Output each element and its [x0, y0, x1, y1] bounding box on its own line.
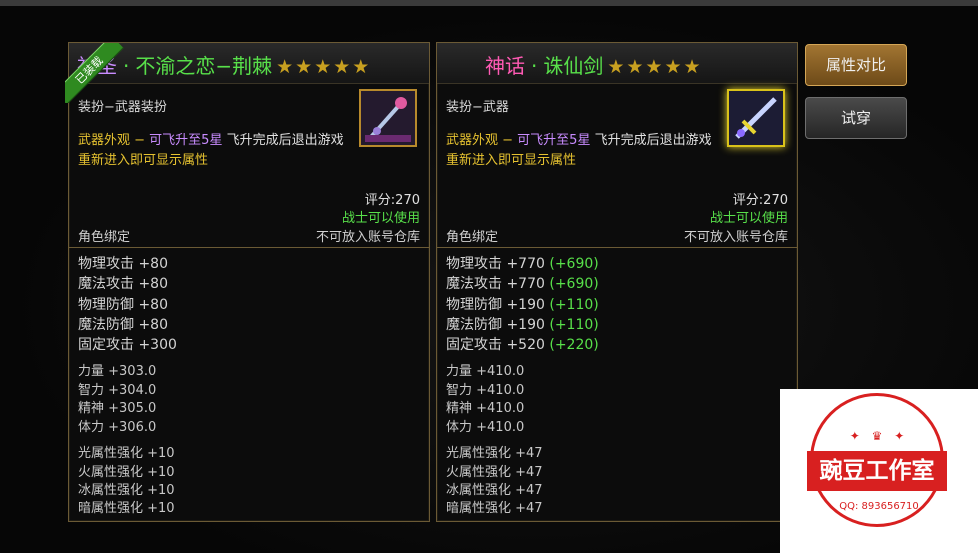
- stat-row: 魔法攻击 +80: [78, 276, 168, 293]
- equipped-ribbon: 已装载: [65, 43, 125, 103]
- stat-row: 物理攻击 +80: [78, 256, 168, 272]
- attribute-row: 精神 +410.0: [446, 401, 525, 417]
- item-description: 武器外观 − 可飞升至5星 飞升完成后退出游戏 重新进入即可显示属性: [446, 131, 712, 171]
- stat-row: 固定攻击 +520 (+220): [446, 337, 599, 354]
- stat-row: 物理防御 +190 (+110): [446, 296, 599, 313]
- item-description: 武器外观 − 可飞升至5星 飞升完成后退出游戏 重新进入即可显示属性: [78, 131, 344, 171]
- attribute-row: 智力 +304.0: [78, 382, 157, 398]
- element-row: 冰属性强化 +10: [78, 482, 175, 498]
- item-header: 神话 · 诛仙剑 ★★★★★: [437, 43, 797, 84]
- class-requirement: 战士可以使用: [709, 211, 788, 226]
- attribute-row: 体力 +306.0: [78, 419, 157, 435]
- stat-list: 物理攻击 +770 (+690) 魔法攻击 +770 (+690) 物理防御 +…: [446, 254, 599, 519]
- element-row: 暗属性强化 +10: [78, 501, 175, 517]
- element-row: 冰属性强化 +47: [446, 482, 543, 498]
- attribute-row: 力量 +303.0: [78, 364, 157, 380]
- compare-item-tooltip: 神话 · 诛仙剑 ★★★★★ 装扮−武器 武器外观 − 可飞升至5星 飞升完成后退出游…: [436, 42, 798, 522]
- element-row: 火属性强化 +10: [78, 464, 175, 480]
- element-row: 光属性强化 +47: [446, 446, 543, 462]
- stat-row: 魔法攻击 +770 (+690): [446, 276, 599, 293]
- description-line-1: 武器外观 − 可飞升至5星 飞升完成后退出游戏: [78, 133, 344, 148]
- item-name: 不渝之恋−荆棘: [135, 54, 273, 78]
- element-row: 光属性强化 +10: [78, 446, 175, 462]
- stat-diff: (+690): [549, 276, 599, 293]
- sword-icon: [727, 89, 785, 147]
- try-on-button[interactable]: 试穿: [805, 97, 907, 139]
- item-type: 装扮−武器: [446, 100, 509, 115]
- class-requirement: 战士可以使用: [341, 211, 420, 226]
- description-line-1: 武器外观 − 可飞升至5星 飞升完成后退出游戏: [446, 133, 712, 148]
- bind-status: 角色绑定: [78, 230, 131, 245]
- storage-restriction: 不可放入账号仓库: [683, 230, 788, 245]
- watermark: ✦ ♛ ✦ 豌豆工作室 QQ: 893656710: [780, 389, 978, 553]
- watermark-name: 豌豆工作室: [807, 451, 947, 491]
- item-title: 神话 · 诛仙剑 ★★★★★: [485, 50, 703, 79]
- crown-icon: ✦ ♛ ✦: [849, 429, 909, 443]
- storage-restriction: 不可放入账号仓库: [315, 230, 420, 245]
- stat-row: 物理防御 +80: [78, 296, 168, 313]
- attribute-row: 精神 +305.0: [78, 401, 157, 417]
- weapon-icon: [359, 89, 417, 147]
- title-dot: ·: [531, 54, 538, 78]
- attribute-row: 体力 +410.0: [446, 419, 525, 435]
- item-name: 诛仙剑: [543, 54, 604, 78]
- stat-diff: (+110): [549, 296, 599, 313]
- star-rating: ★★★★★: [607, 56, 703, 78]
- stat-row: 物理攻击 +770 (+690): [446, 256, 599, 272]
- stat-list: 物理攻击 +80 魔法攻击 +80 物理防御 +80 魔法防御 +80 固定攻击…: [78, 254, 177, 519]
- item-grade: 神话: [485, 54, 525, 78]
- equipped-ribbon-label: 已装载: [65, 43, 124, 103]
- stat-diff: (+110): [549, 316, 599, 333]
- stat-diff: (+690): [549, 256, 599, 272]
- attribute-row: 力量 +410.0: [446, 364, 525, 380]
- watermark-qq: QQ: 893656710: [839, 501, 919, 512]
- item-score: 评分:270: [732, 193, 788, 208]
- bind-status: 角色绑定: [446, 230, 499, 245]
- element-row: 火属性强化 +47: [446, 464, 543, 480]
- stat-diff: (+220): [549, 337, 599, 354]
- item-score: 评分:270: [364, 193, 420, 208]
- element-row: 暗属性强化 +47: [446, 501, 543, 517]
- stat-row: 魔法防御 +190 (+110): [446, 316, 599, 333]
- star-rating: ★★★★★: [276, 56, 372, 78]
- equipped-item-tooltip: 神圣·不渝之恋−荆棘★★★★★ 已装载 装扮−武器装扮 武器外观 − 可飞升至5…: [65, 42, 430, 522]
- description-line-2: 重新进入即可显示属性: [446, 153, 577, 168]
- stat-row: 魔法防御 +80: [78, 316, 168, 333]
- description-line-2: 重新进入即可显示属性: [78, 153, 209, 168]
- divider: [69, 247, 429, 248]
- compare-attributes-button[interactable]: 属性对比: [805, 44, 907, 86]
- divider: [437, 247, 797, 248]
- attribute-row: 智力 +410.0: [446, 382, 525, 398]
- stat-row: 固定攻击 +300: [78, 337, 177, 354]
